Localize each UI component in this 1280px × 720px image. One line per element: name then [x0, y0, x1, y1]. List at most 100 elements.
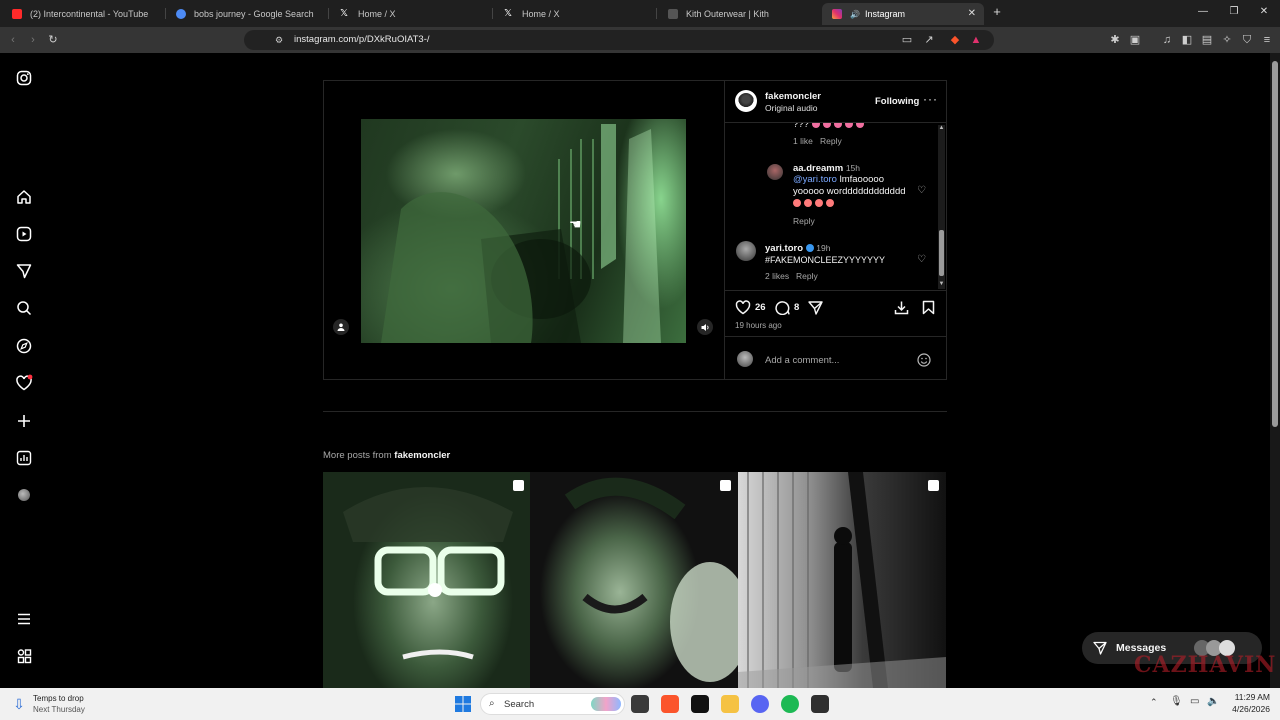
post-video[interactable]: ☚	[361, 119, 686, 343]
comment-likes[interactable]: 2 likes	[765, 271, 789, 281]
commenter-avatar[interactable]	[736, 241, 756, 261]
save-bookmark-icon[interactable]	[922, 300, 935, 320]
comment-likes[interactable]: 1 like	[793, 136, 813, 146]
commenter-avatar[interactable]	[767, 164, 783, 180]
reload-icon[interactable]: ↻	[46, 33, 60, 47]
cast-icon[interactable]: ▭	[900, 33, 914, 47]
like-count[interactable]: 26	[755, 302, 766, 313]
terminal-icon[interactable]	[811, 695, 829, 713]
more-post-thumbnail-3[interactable]	[738, 472, 946, 688]
taskbar-search[interactable]: ⌕ Search	[480, 693, 625, 715]
dashboard-icon[interactable]	[14, 448, 34, 468]
like-heart-icon[interactable]	[735, 300, 751, 315]
menu-icon[interactable]: ≡	[1260, 33, 1274, 47]
explore-icon[interactable]	[14, 336, 34, 356]
leo-ai-icon[interactable]: ✧	[1220, 33, 1234, 47]
file-explorer-icon[interactable]	[721, 695, 739, 713]
maximize-button[interactable]: ❐	[1227, 6, 1241, 17]
extensions-icon[interactable]: ✱	[1108, 33, 1122, 47]
close-tab-icon[interactable]: ✕	[968, 8, 976, 19]
weather-icon[interactable]: ⇩	[10, 695, 28, 713]
profile-avatar[interactable]	[14, 485, 34, 505]
like-action[interactable]: 26	[735, 300, 766, 315]
app-taskbar-icon[interactable]	[691, 695, 709, 713]
reels-icon[interactable]	[14, 224, 34, 244]
address-bar[interactable]: ⚙ instagram.com/p/DXkRuOIAT3-/	[244, 30, 994, 50]
hashtag-link[interactable]: #FAKEMONCLEEZYYYYYYY	[765, 254, 885, 266]
notifications-heart-icon[interactable]	[14, 373, 34, 393]
tab-google[interactable]: bobs journey - Google Search	[166, 3, 328, 25]
more-menu-icon[interactable]	[14, 609, 34, 629]
audio-label[interactable]: Original audio	[765, 103, 817, 113]
site-info-icon[interactable]: ⚙	[272, 33, 286, 47]
sidebar-icon[interactable]: ◧	[1180, 33, 1194, 47]
add-comment-input[interactable]: Add a comment...	[765, 355, 839, 366]
screenshot-icon[interactable]: ▣	[1128, 33, 1142, 47]
more-options-icon[interactable]: ···	[923, 92, 938, 106]
discord-icon[interactable]	[751, 695, 769, 713]
close-window-button[interactable]: ✕	[1257, 6, 1271, 17]
reply-button[interactable]: Reply	[793, 216, 815, 226]
more-post-thumbnail-2[interactable]	[530, 472, 738, 688]
post-timestamp[interactable]: 19 hours ago	[735, 321, 782, 330]
wallet-icon[interactable]: ▤	[1200, 33, 1214, 47]
share-icon[interactable]	[808, 301, 823, 320]
vpn-icon[interactable]: ⛉	[1240, 33, 1254, 47]
emoji-picker-icon[interactable]	[917, 353, 931, 372]
tab-kith[interactable]: Kith Outerwear | Kith	[658, 3, 820, 25]
home-icon[interactable]	[14, 187, 34, 207]
tagged-user-icon[interactable]	[333, 319, 349, 335]
comments-scrollbar[interactable]: ▲ ▼	[938, 125, 945, 289]
brave-taskbar-icon[interactable]	[661, 695, 679, 713]
more-posts-username[interactable]: fakemoncler	[394, 450, 450, 461]
show-hidden-icons[interactable]: ⌃	[1150, 697, 1158, 708]
like-comment-heart-icon[interactable]: ♡	[917, 254, 926, 265]
windows-start-icon[interactable]	[455, 696, 471, 712]
reply-button[interactable]: Reply	[820, 136, 842, 146]
forward-icon[interactable]: ›	[26, 33, 40, 47]
tab-x-1[interactable]: 𝕏 Home / X	[330, 3, 492, 25]
back-icon[interactable]: ‹	[6, 33, 20, 47]
mention-link[interactable]: @yari.toro	[793, 174, 837, 185]
weather-title[interactable]: Temps to drop	[33, 694, 84, 703]
create-plus-icon[interactable]	[14, 411, 34, 431]
instagram-logo-icon[interactable]	[14, 68, 34, 88]
brave-shields-icon[interactable]: ◆	[948, 33, 962, 47]
commenter-username[interactable]: yari.toro	[765, 243, 803, 254]
clock-date[interactable]: 4/26/2026	[1226, 704, 1270, 714]
comment-count[interactable]: 8	[794, 302, 799, 313]
tab-youtube[interactable]: (2) Intercontinental - YouTube	[2, 3, 162, 25]
spotify-icon[interactable]	[781, 695, 799, 713]
share-icon[interactable]: ↗	[922, 33, 936, 47]
direct-messages-icon[interactable]	[14, 261, 34, 281]
clock-time[interactable]: 11:29 AM	[1226, 692, 1270, 702]
tab-x-2[interactable]: 𝕏 Home / X	[494, 3, 656, 25]
microphone-icon[interactable]: 🎙	[1170, 696, 1183, 707]
comment-bubble-icon[interactable]	[775, 300, 790, 315]
scroll-thumb[interactable]	[1272, 61, 1278, 427]
brave-rewards-icon[interactable]: ▲	[969, 33, 983, 47]
comment-action[interactable]: 8	[775, 300, 799, 315]
browser-toolbar: ‹ › ↻ ⚙ instagram.com/p/DXkRuOIAT3-/ ▭ ↗…	[0, 27, 1280, 53]
commenter-username[interactable]: aa.dreamm	[793, 163, 843, 174]
new-tab-button[interactable]: +	[990, 4, 1004, 19]
media-icon[interactable]: ♫	[1160, 33, 1174, 47]
tab-instagram[interactable]: 🔊 Instagram ✕	[822, 3, 984, 25]
minimize-button[interactable]: —	[1196, 6, 1210, 17]
reply-button[interactable]: Reply	[796, 271, 818, 281]
download-icon[interactable]	[894, 300, 909, 320]
comments-scroll-thumb[interactable]	[939, 230, 944, 276]
more-post-thumbnail-1[interactable]	[323, 472, 530, 688]
author-avatar[interactable]	[735, 90, 757, 112]
network-icon[interactable]: ▭	[1190, 696, 1199, 707]
volume-icon[interactable]	[697, 319, 713, 335]
following-button[interactable]: Following	[875, 96, 919, 107]
task-view-icon[interactable]	[631, 695, 649, 713]
also-from-meta-icon[interactable]	[14, 646, 34, 666]
taskbar-search-label: Search	[504, 699, 535, 710]
volume-tray-icon[interactable]: 🔈	[1207, 696, 1219, 707]
like-comment-heart-icon[interactable]: ♡	[917, 185, 926, 196]
search-icon[interactable]	[14, 298, 34, 318]
author-username[interactable]: fakemoncler	[765, 91, 821, 102]
page-scrollbar[interactable]	[1270, 53, 1280, 688]
